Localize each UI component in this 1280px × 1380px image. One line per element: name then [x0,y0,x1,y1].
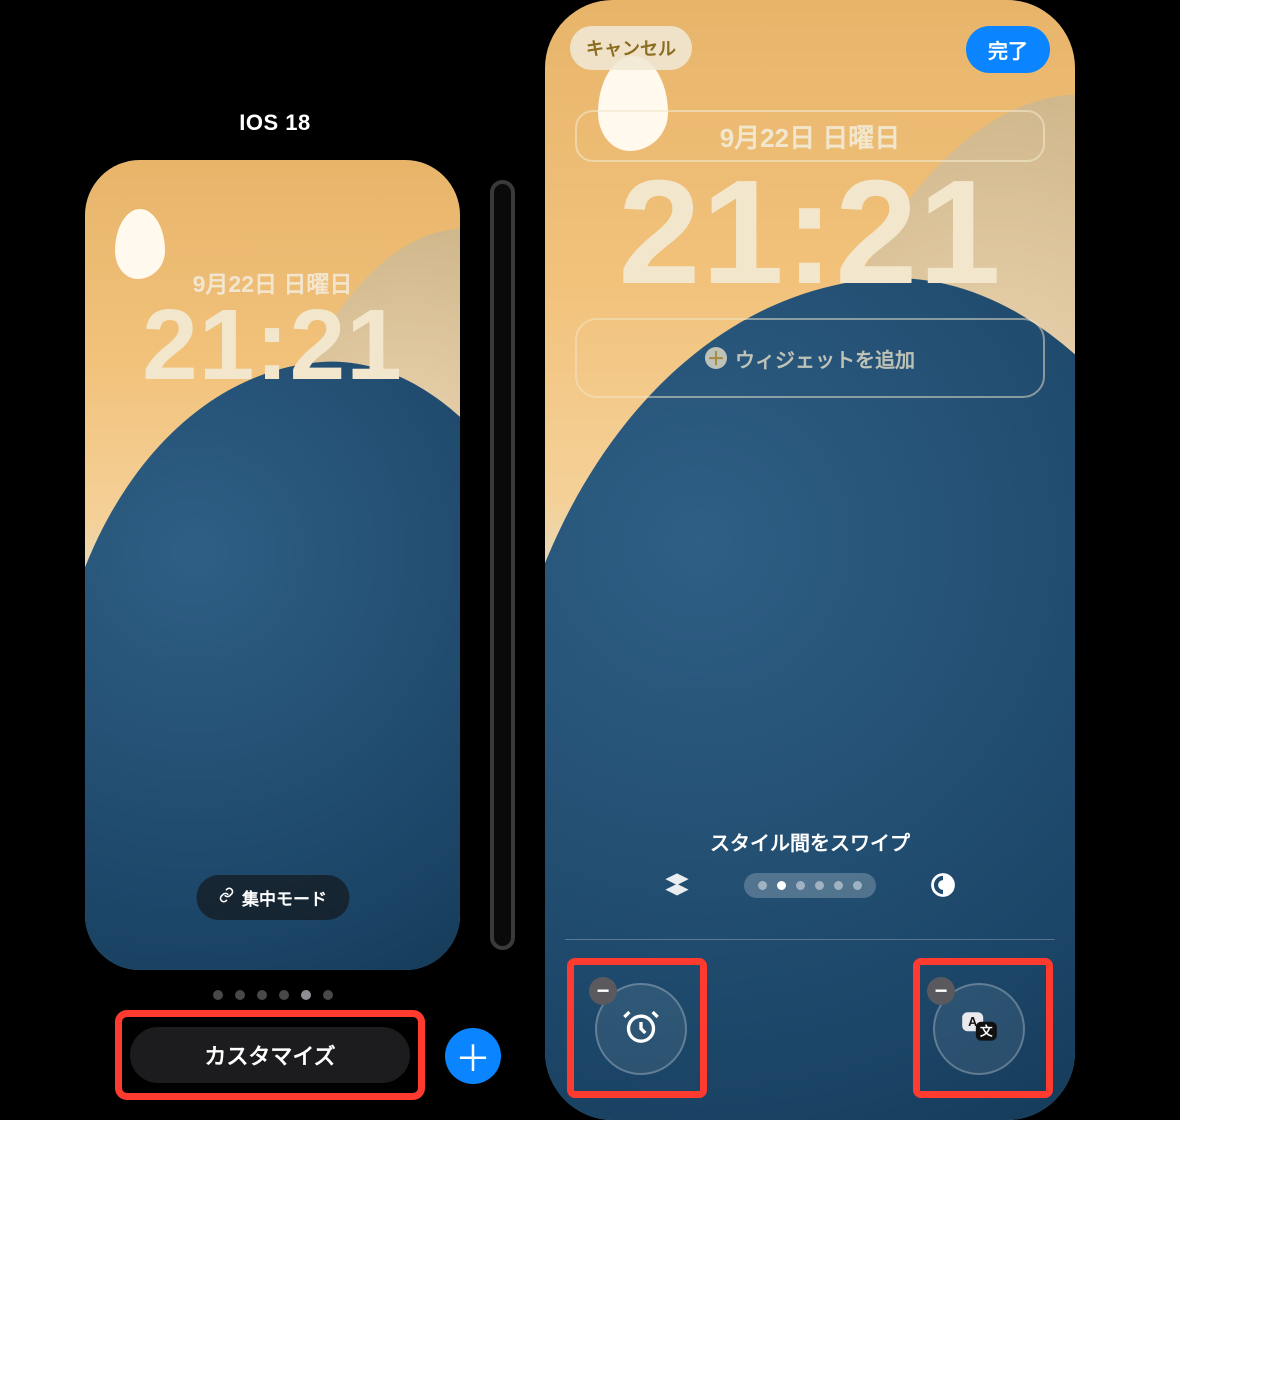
wallpaper-next-peek[interactable] [490,180,515,950]
add-widget-label: ウィジェットを追加 [735,344,915,373]
lock-time: 21:21 [85,288,460,403]
os-version-label: IOS 18 [170,110,380,136]
divider [565,939,1055,940]
quick-action-right[interactable]: − A 文 [933,983,1025,1075]
time-widget-slot[interactable]: 21:21 [545,155,1075,310]
plus-icon: ＋ [455,1030,491,1082]
remove-button[interactable]: − [589,977,617,1005]
depth-layers-button[interactable] [662,870,692,900]
link-icon [218,887,234,908]
style-dot [853,881,862,890]
translate-icon: A 文 [958,1006,1000,1053]
page-dot [279,990,289,1000]
page-dot [235,990,245,1000]
focus-mode-button[interactable]: 集中モード [196,875,349,920]
style-page-dots[interactable] [744,873,876,898]
focus-mode-label: 集中モード [242,885,327,910]
customize-button[interactable]: カスタマイズ [130,1027,410,1083]
page-dot [301,990,311,1000]
wallpaper-prev-peek[interactable] [0,160,50,970]
style-dot [796,881,805,890]
page-dot [213,990,223,1000]
plus-icon: ＋ [705,347,727,369]
page-dot [323,990,333,1000]
done-button[interactable]: 完了 [966,26,1050,73]
add-wallpaper-button[interactable]: ＋ [445,1028,501,1084]
add-widget-slot[interactable]: ＋ ウィジェットを追加 [575,318,1045,398]
style-dot [834,881,843,890]
cancel-button[interactable]: キャンセル [570,26,692,70]
style-dot [758,881,767,890]
page-dot [257,990,267,1000]
style-dot [815,881,824,890]
svg-text:文: 文 [980,1023,993,1038]
lockscreen-editor: キャンセル 完了 9月22日 日曜日 21:21 ＋ ウィジェットを追加 スタイ… [545,0,1075,1120]
quick-action-left[interactable]: − [595,983,687,1075]
alarm-icon [621,1007,661,1052]
style-dot [777,881,786,890]
color-filter-button[interactable] [928,870,958,900]
lockscreen-preview[interactable]: 9月22日 日曜日 21:21 集中モード [85,160,460,970]
style-swipe-label: スタイル間をスワイプ [710,827,910,856]
gallery-page-dots [0,990,545,1000]
remove-button[interactable]: − [927,977,955,1005]
highlight-annotation: カスタマイズ [115,1010,425,1100]
